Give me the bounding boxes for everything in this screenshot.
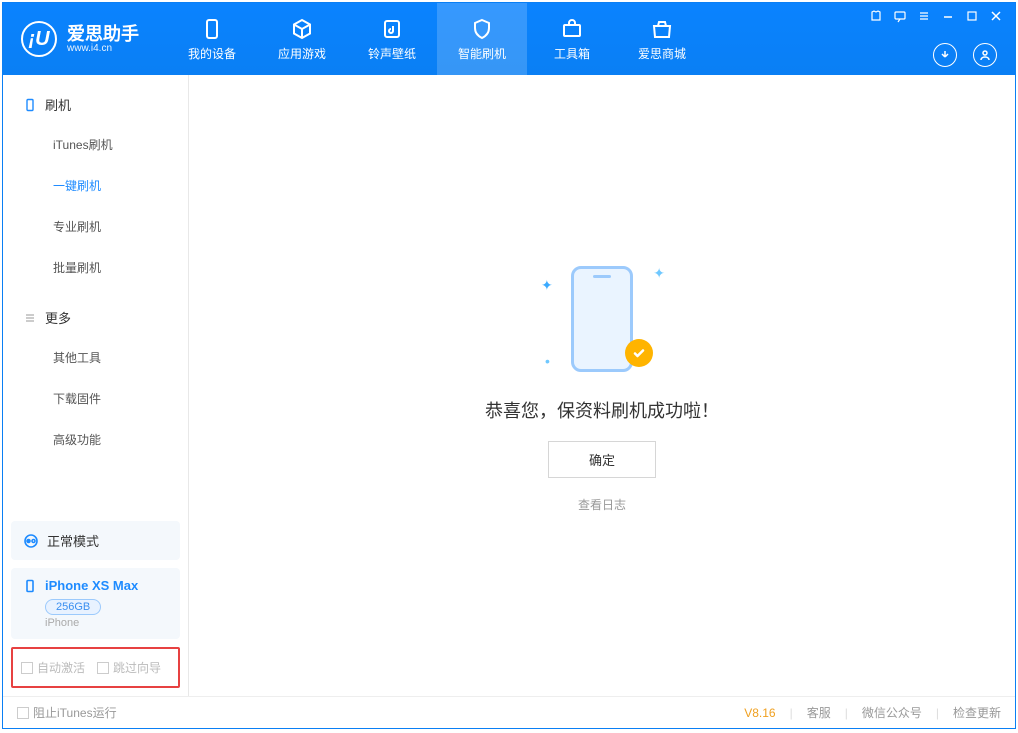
- tab-label: 智能刷机: [458, 45, 506, 62]
- footer-right: V8.16 | 客服 | 微信公众号 | 检查更新: [744, 704, 1001, 721]
- window-controls: [869, 9, 1003, 23]
- logo-icon: ¡U: [21, 21, 57, 57]
- toolbox-icon: [560, 17, 584, 41]
- minimize-button[interactable]: [941, 9, 955, 23]
- version-label: V8.16: [744, 706, 775, 720]
- sidebar-item-download-firmware[interactable]: 下载固件: [3, 378, 188, 419]
- view-log-link[interactable]: 查看日志: [578, 496, 626, 513]
- sidebar-item-pro-flash[interactable]: 专业刷机: [3, 206, 188, 247]
- device-card[interactable]: iPhone XS Max 256GB iPhone: [11, 568, 180, 639]
- section-title: 更多: [45, 308, 71, 327]
- tab-apps[interactable]: 应用游戏: [257, 3, 347, 75]
- check-update-link[interactable]: 检查更新: [953, 704, 1001, 721]
- success-message: 恭喜您，保资料刷机成功啦！: [485, 397, 719, 423]
- checkbox-label: 自动激活: [37, 659, 85, 676]
- download-button[interactable]: [933, 43, 957, 67]
- phone-outline-icon: [23, 98, 37, 112]
- tab-toolbox[interactable]: 工具箱: [527, 3, 617, 75]
- device-name: iPhone XS Max: [45, 578, 138, 593]
- sidebar: 刷机 iTunes刷机 一键刷机 专业刷机 批量刷机 更多 其他工具 下载固件: [3, 75, 189, 696]
- status-bar: 阻止iTunes运行 V8.16 | 客服 | 微信公众号 | 检查更新: [3, 696, 1015, 728]
- status-card[interactable]: 正常模式: [11, 521, 180, 560]
- tab-media[interactable]: 铃声壁纸: [347, 3, 437, 75]
- sparkle-icon: ✦: [653, 265, 665, 282]
- block-itunes-checkbox[interactable]: 阻止iTunes运行: [17, 704, 117, 721]
- tab-label: 铃声壁纸: [368, 45, 416, 62]
- sidebar-item-advanced[interactable]: 高级功能: [3, 419, 188, 460]
- separator: |: [790, 706, 793, 720]
- store-icon: [650, 17, 674, 41]
- sidebar-item-other-tools[interactable]: 其他工具: [3, 337, 188, 378]
- tab-label: 应用游戏: [278, 45, 326, 62]
- wechat-link[interactable]: 微信公众号: [862, 704, 922, 721]
- tab-store[interactable]: 爱思商城: [617, 3, 707, 75]
- confirm-button[interactable]: 确定: [548, 441, 656, 478]
- sidebar-section-more: 更多: [3, 298, 188, 337]
- device-icon: [23, 579, 37, 593]
- auto-activate-checkbox[interactable]: 自动激活: [21, 659, 85, 676]
- app-subtitle: www.i4.cn: [67, 43, 139, 54]
- sidebar-item-one-click-flash[interactable]: 一键刷机: [3, 165, 188, 206]
- close-button[interactable]: [989, 9, 1003, 23]
- checkbox-label: 阻止iTunes运行: [33, 704, 117, 721]
- title-bar: ¡U 爱思助手 www.i4.cn 我的设备 应用游戏 铃声壁纸 智能刷机: [3, 3, 1015, 75]
- options-highlight-box: 自动激活 跳过向导: [11, 647, 180, 688]
- menu-button[interactable]: [917, 9, 931, 23]
- body: 刷机 iTunes刷机 一键刷机 专业刷机 批量刷机 更多 其他工具 下载固件: [3, 75, 1015, 696]
- sidebar-section-flash: 刷机: [3, 85, 188, 124]
- phone-frame-icon: [571, 266, 633, 372]
- separator: |: [936, 706, 939, 720]
- section-title: 刷机: [45, 95, 71, 114]
- sidebar-item-itunes-flash[interactable]: iTunes刷机: [3, 124, 188, 165]
- list-icon: [23, 311, 37, 325]
- main-content: ✦ ✦ • 恭喜您，保资料刷机成功啦！ 确定 查看日志: [189, 75, 1015, 696]
- shield-icon: [470, 17, 494, 41]
- separator: |: [845, 706, 848, 720]
- status-label: 正常模式: [47, 531, 99, 550]
- app-window: ¡U 爱思助手 www.i4.cn 我的设备 应用游戏 铃声壁纸 智能刷机: [2, 2, 1016, 729]
- nav-tabs: 我的设备 应用游戏 铃声壁纸 智能刷机 工具箱 爱思商城: [167, 3, 707, 75]
- support-link[interactable]: 客服: [807, 704, 831, 721]
- app-title: 爱思助手: [67, 25, 139, 43]
- success-illustration: ✦ ✦ •: [547, 259, 657, 379]
- tab-flash[interactable]: 智能刷机: [437, 3, 527, 75]
- checkbox-label: 跳过向导: [113, 659, 161, 676]
- tab-device[interactable]: 我的设备: [167, 3, 257, 75]
- skip-guide-checkbox[interactable]: 跳过向导: [97, 659, 161, 676]
- sidebar-bottom: 正常模式 iPhone XS Max 256GB iPhone 自动激活 跳过向…: [3, 513, 188, 696]
- cube-icon: [290, 17, 314, 41]
- sparkle-icon: ✦: [541, 277, 553, 294]
- tab-label: 我的设备: [188, 45, 236, 62]
- success-check-icon: [625, 339, 653, 367]
- sidebar-item-batch-flash[interactable]: 批量刷机: [3, 247, 188, 288]
- music-icon: [380, 17, 404, 41]
- maximize-button[interactable]: [965, 9, 979, 23]
- device-icon: [200, 17, 224, 41]
- tab-label: 爱思商城: [638, 45, 686, 62]
- tab-label: 工具箱: [554, 45, 590, 62]
- status-icon: [23, 533, 39, 549]
- logo-text: 爱思助手 www.i4.cn: [67, 25, 139, 54]
- logo-area: ¡U 爱思助手 www.i4.cn: [21, 21, 139, 57]
- sparkle-icon: •: [545, 353, 550, 369]
- user-button[interactable]: [973, 43, 997, 67]
- header-actions: [933, 43, 997, 67]
- feedback-button[interactable]: [893, 9, 907, 23]
- device-type: iPhone: [45, 617, 168, 629]
- skin-button[interactable]: [869, 9, 883, 23]
- device-storage-badge: 256GB: [45, 599, 101, 615]
